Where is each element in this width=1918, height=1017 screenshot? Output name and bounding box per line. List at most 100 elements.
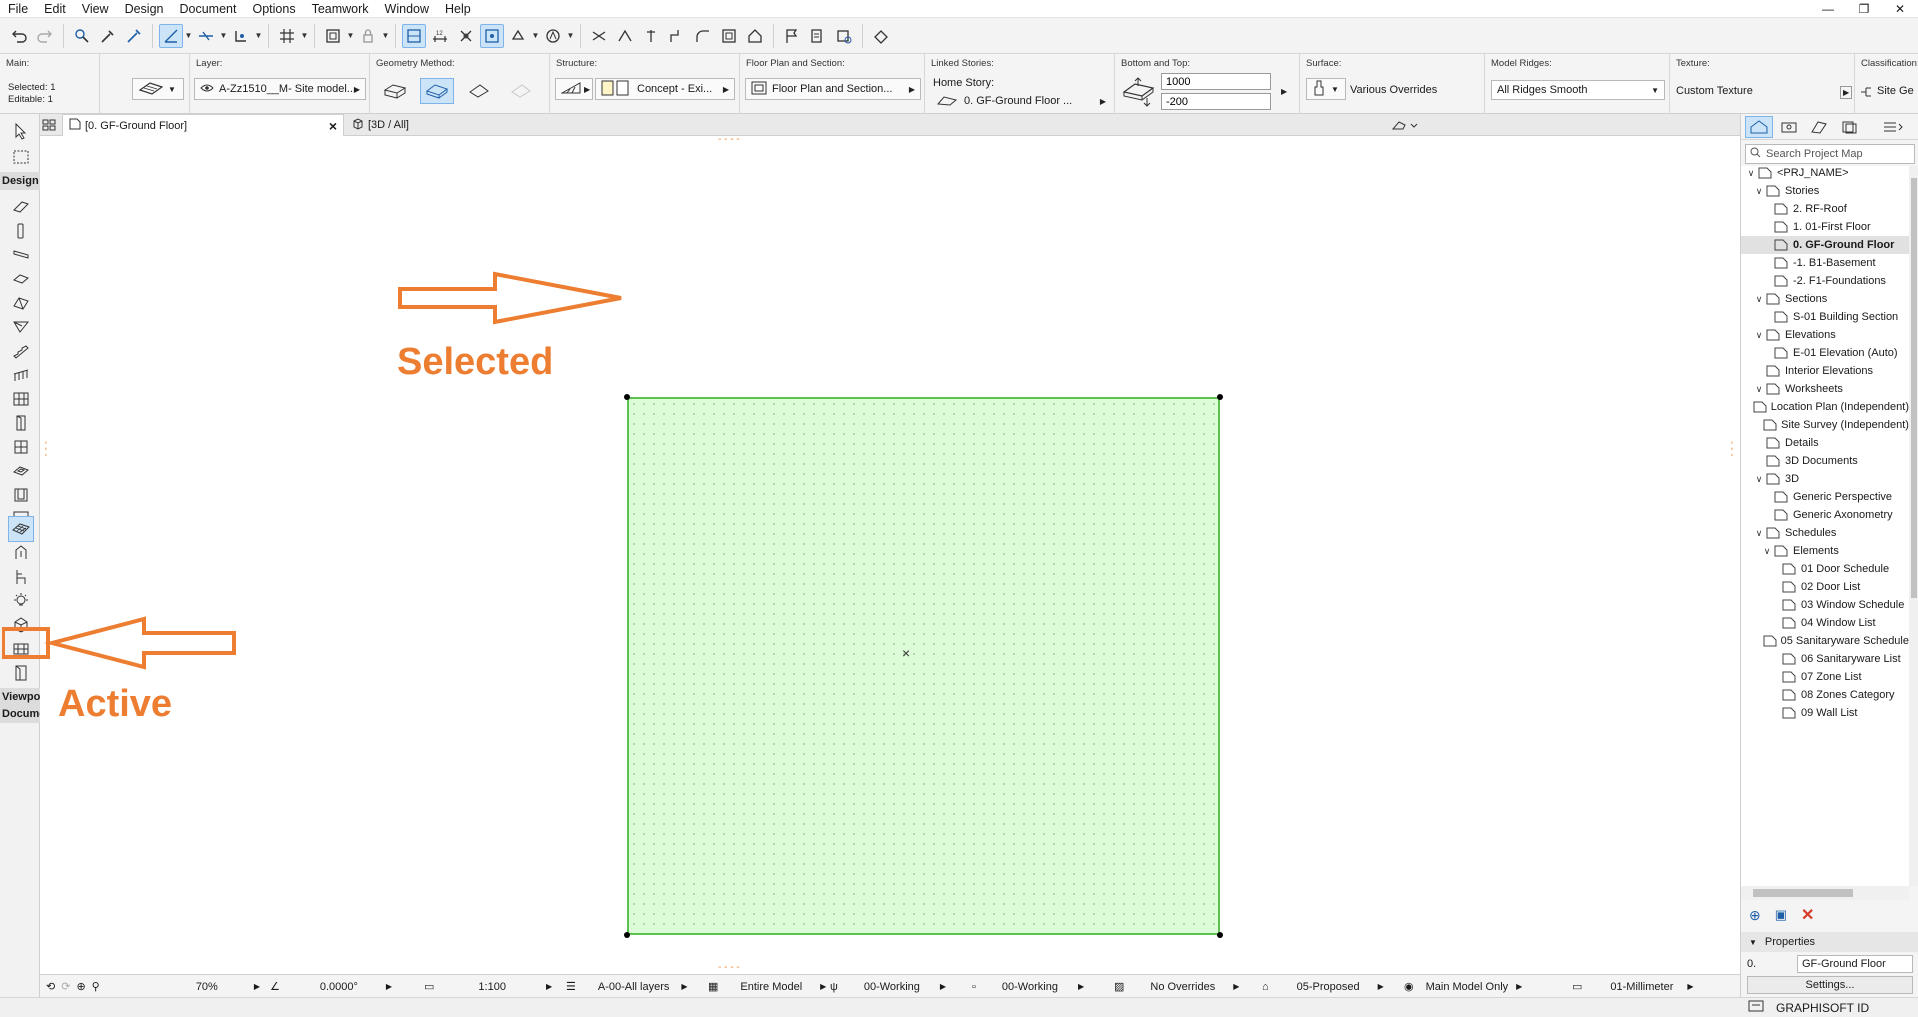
properties-value-field[interactable]: GF-Ground Floor xyxy=(1797,955,1913,973)
markup-icon[interactable] xyxy=(832,24,856,48)
column-tool-icon[interactable] xyxy=(8,218,34,244)
tree-item[interactable]: -1. B1-Basement xyxy=(1741,254,1909,272)
chevron-right-icon[interactable]: ▶ xyxy=(1281,87,1287,96)
tree-item[interactable]: 04 Window List xyxy=(1741,614,1909,632)
mesh-node-bottom-left[interactable] xyxy=(624,932,630,938)
view-angle[interactable]: ∠ 0.0000° ▶ xyxy=(270,975,400,998)
pen-set-selector[interactable]: ψ 00-Working ▶ xyxy=(830,975,970,998)
geometry-basic-icon[interactable] xyxy=(378,78,412,104)
structure-type-dropdown[interactable]: ▶ xyxy=(555,78,593,100)
tree-item[interactable]: 05 Sanitaryware Schedule xyxy=(1741,632,1909,650)
trim-icon[interactable] xyxy=(587,24,611,48)
tree-item[interactable]: 03 Window Schedule xyxy=(1741,596,1909,614)
chevron-down-icon[interactable]: ▼ xyxy=(346,24,355,48)
tab-3d-all[interactable]: [3D / All] xyxy=(346,114,466,136)
navigator-vertical-scrollbar[interactable] xyxy=(1909,166,1918,886)
trace-icon[interactable] xyxy=(480,23,504,48)
menu-edit[interactable]: Edit xyxy=(36,0,74,18)
minimize-icon[interactable]: — xyxy=(1810,0,1846,18)
shell-tool-icon[interactable] xyxy=(8,314,34,340)
stair-tool-icon[interactable] xyxy=(8,338,34,364)
zone-tool-icon[interactable] xyxy=(8,540,34,566)
intersect-icon[interactable] xyxy=(665,24,689,48)
mesh-node-top-left[interactable] xyxy=(624,394,630,400)
tab-ground-floor[interactable]: [0. GF-Ground Floor] × xyxy=(62,114,344,136)
mesh-node-bottom-right[interactable] xyxy=(1217,932,1223,938)
ridges-dropdown[interactable]: All Ridges Smooth ▼ xyxy=(1491,80,1665,100)
layer-combination-selector[interactable]: ☰ A-00-All layers ▶ xyxy=(566,975,706,998)
menu-window[interactable]: Window xyxy=(377,0,437,18)
publisher-tab-icon[interactable] xyxy=(1835,116,1863,138)
tree-item[interactable]: Details xyxy=(1741,434,1909,452)
layer-dropdown[interactable]: A-Zz1510__M- Site model... ▶ xyxy=(194,78,366,100)
tree-item[interactable]: ∨ Sections xyxy=(1741,290,1909,308)
slab-thin-tool-icon[interactable] xyxy=(8,266,34,292)
chevron-down-icon[interactable]: ∨ xyxy=(1753,294,1765,305)
settings-view-icon[interactable]: ▣ xyxy=(1775,907,1787,923)
chevron-down-icon[interactable]: ▼ xyxy=(531,24,540,48)
tree-item[interactable]: 3D Documents xyxy=(1741,452,1909,470)
tree-item[interactable]: 02 Door List xyxy=(1741,578,1909,596)
tree-item[interactable]: ∨ <PRJ_NAME> xyxy=(1741,166,1909,182)
layout-icon[interactable] xyxy=(321,24,345,48)
snap-guides-icon[interactable] xyxy=(194,24,218,48)
scrollbar-thumb[interactable] xyxy=(1753,889,1853,897)
tree-item[interactable]: S-01 Building Section xyxy=(1741,308,1909,326)
adjust-icon[interactable] xyxy=(639,24,663,48)
surface-type-dropdown[interactable]: ▼ xyxy=(1306,78,1346,100)
delete-icon[interactable]: ✕ xyxy=(1801,905,1814,925)
bimx-icon[interactable] xyxy=(869,24,893,48)
restore-icon[interactable]: ❐ xyxy=(1846,0,1882,18)
roof-tool-icon[interactable] xyxy=(8,290,34,316)
scale-selector[interactable]: ▭ 1:100 ▶ xyxy=(424,975,564,998)
undo-icon[interactable] xyxy=(7,24,31,48)
suspend-groups-icon[interactable] xyxy=(402,23,426,48)
chevron-down-icon[interactable]: ∨ xyxy=(1753,330,1765,341)
building-material-dropdown[interactable]: Concept - Exi... ▶ xyxy=(595,78,735,100)
grid-snap-icon[interactable] xyxy=(275,24,299,48)
tree-item[interactable]: 0. GF-Ground Floor xyxy=(1741,236,1909,254)
issue-icon[interactable] xyxy=(806,24,830,48)
floorplan-settings-dropdown[interactable]: Floor Plan and Section... ▶ xyxy=(745,78,921,100)
chevron-down-icon[interactable]: ∨ xyxy=(1753,186,1765,197)
railing-tool-icon[interactable] xyxy=(8,362,34,388)
geometry-rotated-icon[interactable] xyxy=(462,78,496,104)
toolbox-document-header[interactable]: Docume xyxy=(0,705,40,723)
find-select-icon[interactable] xyxy=(70,24,94,48)
slab-bottom-input[interactable] xyxy=(1161,93,1271,110)
eyedropper-icon[interactable] xyxy=(96,24,120,48)
graphic-override-icon[interactable] xyxy=(541,24,565,48)
selected-mesh-element[interactable] xyxy=(627,397,1220,935)
tree-item[interactable]: 06 Sanitaryware List xyxy=(1741,650,1909,668)
tree-item[interactable]: Site Survey (Independent) xyxy=(1741,416,1909,434)
chevron-down-icon[interactable]: ▼ xyxy=(254,24,263,48)
mesh-node-top-right[interactable] xyxy=(1217,394,1223,400)
tree-item[interactable]: 01 Door Schedule xyxy=(1741,560,1909,578)
window-tool-icon[interactable] xyxy=(8,434,34,460)
new-view-icon[interactable]: ⊕ xyxy=(1749,907,1761,924)
rotate-view-icon[interactable]: ⟲ xyxy=(46,980,55,993)
project-map-search[interactable]: Search Project Map xyxy=(1745,144,1915,164)
tree-item[interactable]: Generic Perspective xyxy=(1741,488,1909,506)
navigator-horizontal-scrollbar[interactable] xyxy=(1741,886,1909,900)
floor-plan-canvas[interactable]: - - - - - - - - - - - - - - × Selected xyxy=(40,136,1740,974)
slab-settings-dropdown[interactable]: ▼ xyxy=(132,78,184,100)
graphisoft-id[interactable]: GRAPHISOFT ID xyxy=(1748,999,1869,1016)
scrollbar-thumb[interactable] xyxy=(1911,178,1917,598)
tree-item[interactable]: 08 Zones Category xyxy=(1741,686,1909,704)
tree-item[interactable]: ∨ Stories xyxy=(1741,182,1909,200)
chevron-right-icon[interactable]: ▶ xyxy=(1840,86,1853,99)
renovation-icon[interactable] xyxy=(506,24,530,48)
tree-item[interactable]: 2. RF-Roof xyxy=(1741,200,1909,218)
flag-icon[interactable] xyxy=(780,24,804,48)
model-view-selector[interactable]: ▦ Entire Model ▶ xyxy=(708,975,838,998)
view-map-tab-icon[interactable] xyxy=(1775,116,1803,138)
furniture-tool-icon[interactable] xyxy=(8,564,34,590)
opening-tool-icon[interactable] xyxy=(8,482,34,508)
arrow-tool-icon[interactable] xyxy=(8,118,34,144)
offset-icon[interactable] xyxy=(717,24,741,48)
project-map-tab-icon[interactable] xyxy=(1745,115,1773,138)
chevron-down-icon[interactable]: ▼ xyxy=(300,24,309,48)
tab-overview-icon[interactable] xyxy=(40,114,58,136)
dimension-icon[interactable]: 12 xyxy=(428,24,452,48)
